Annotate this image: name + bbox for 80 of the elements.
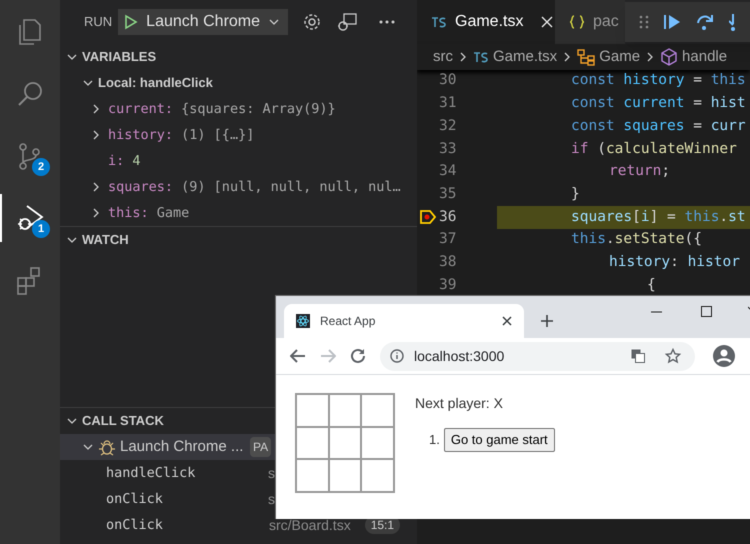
variable-entry[interactable]: history: (1) [{…}] (108, 124, 254, 146)
notification-badge: 2 (32, 158, 50, 176)
braces-icon (569, 15, 585, 29)
continue-icon[interactable] (663, 13, 681, 31)
board-square[interactable] (361, 426, 394, 460)
star-icon[interactable] (665, 348, 681, 364)
line-number: 35 (439, 184, 456, 204)
back-arrow-icon[interactable] (290, 349, 306, 363)
list-number: 1. (429, 431, 440, 449)
play-icon[interactable] (124, 14, 138, 30)
code-line: history: histor (608, 252, 741, 272)
breadcrumb-item[interactable]: src (433, 46, 453, 68)
debug-console-icon[interactable] (336, 12, 358, 32)
line-number: 33 (439, 140, 456, 159)
scope-label[interactable]: Local: handleClick (98, 73, 213, 93)
drag-handle-icon[interactable] (639, 15, 649, 29)
code-line: { (646, 276, 657, 295)
section-header[interactable]: WATCH (82, 230, 129, 250)
board-square[interactable] (296, 426, 329, 460)
run-label: RUN (84, 13, 112, 32)
line-number: 34 (439, 162, 456, 182)
editor-tab[interactable]: pac (555, 0, 625, 44)
stack-frame[interactable]: handleClick s (60, 460, 275, 486)
line-number: 38 (439, 252, 456, 272)
line-number: 36 (439, 208, 456, 227)
settings-icon[interactable] (302, 12, 322, 32)
line-number: 31 (439, 94, 456, 114)
stack-frame[interactable]: onClick s (60, 486, 275, 512)
info-icon (390, 349, 404, 363)
section-header[interactable]: CALL STACK (82, 411, 164, 431)
bug-icon (98, 438, 116, 456)
line-number: 30 (439, 71, 456, 90)
code-line: const current = hist (570, 94, 747, 114)
code-line: this.setState({ (570, 230, 703, 250)
class-icon (577, 48, 596, 66)
board-square[interactable] (328, 426, 362, 460)
code-line: const history = this (570, 71, 747, 90)
profile-avatar-icon[interactable] (713, 345, 735, 367)
board-square[interactable] (296, 459, 329, 492)
typescript-icon (473, 51, 489, 63)
reload-icon[interactable] (350, 348, 366, 364)
breadcrumb-item[interactable]: Game.tsx (493, 46, 558, 68)
breadcrumb-item[interactable]: Game (599, 46, 640, 68)
code-line: } (570, 184, 581, 204)
board-square[interactable] (328, 394, 362, 427)
more-icon[interactable] (378, 19, 396, 25)
step-over-icon[interactable] (695, 13, 715, 31)
launch-configuration-dropdown[interactable]: Launch Chrome (118, 9, 288, 35)
browser-tab[interactable]: React App (284, 304, 524, 338)
code-line: const squares = curr (570, 116, 747, 136)
board-square[interactable] (361, 459, 394, 492)
line-number: 37 (439, 230, 456, 250)
variable-entry[interactable]: this: Game (108, 202, 190, 224)
line-number: 32 (439, 116, 456, 136)
notification-badge: 1 (32, 220, 50, 238)
move-button[interactable]: Go to game start (444, 428, 555, 452)
board-square[interactable] (361, 394, 394, 427)
maximize-icon[interactable] (701, 306, 713, 318)
code-line: return; (608, 162, 672, 182)
editor-tab[interactable]: Game.tsx (417, 0, 555, 44)
section-header[interactable]: VARIABLES (82, 47, 156, 67)
typescript-icon (431, 16, 447, 28)
variable-entry[interactable]: squares: (9) [null, null, null, nul… (108, 176, 401, 198)
debug-session-row[interactable]: Launch Chrome ... PA (60, 434, 275, 460)
translate-icon[interactable] (631, 349, 645, 363)
status-text: Next player: X (415, 394, 504, 413)
board-square[interactable] (328, 459, 362, 492)
new-tab-icon[interactable] (540, 314, 554, 328)
breadcrumb-item[interactable]: handle (682, 46, 728, 68)
code-line: if (calculateWinner (570, 140, 738, 159)
board-square[interactable] (296, 394, 329, 427)
step-into-icon[interactable] (729, 13, 737, 31)
variable-entry[interactable]: current: {squares: Array(9)} (108, 98, 336, 120)
address-bar[interactable]: localhost:3000 (380, 342, 695, 370)
activity-bar-item[interactable]: 2 (0, 132, 60, 180)
breakpoint-pointer-icon (420, 210, 436, 224)
variable-entry[interactable]: i: 4 (108, 150, 141, 172)
cube-icon (660, 48, 678, 66)
react-icon (296, 314, 310, 328)
line-number: 39 (439, 276, 456, 295)
